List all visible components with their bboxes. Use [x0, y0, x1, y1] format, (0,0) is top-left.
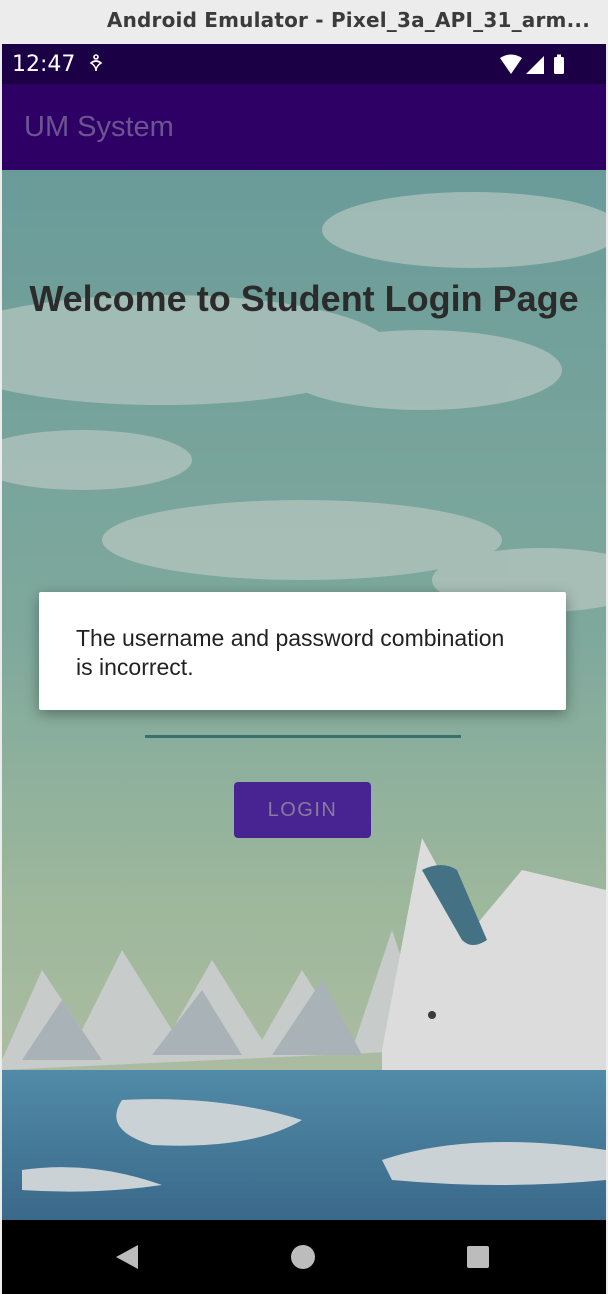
emulator-window-titlebar: Android Emulator - Pixel_3a_API_31_arm..…: [0, 0, 608, 44]
app-bar: UM System: [2, 84, 606, 170]
error-dialog: The username and password combination is…: [39, 592, 566, 710]
emulator-window-title: Android Emulator - Pixel_3a_API_31_arm..…: [106, 8, 590, 32]
device-screen: 12:47 UM System Welcome to Student Login…: [2, 44, 606, 1294]
login-screen: Welcome to Student Login Page ••••• LOGI…: [2, 170, 606, 1220]
navigation-bar: [2, 1220, 606, 1294]
signal-icon: [526, 56, 544, 74]
status-bar: 12:47: [2, 44, 606, 84]
wifi-icon: [500, 54, 522, 74]
battery-icon: [554, 57, 564, 74]
recents-icon[interactable]: [467, 1246, 489, 1268]
app-title: UM System: [24, 111, 174, 143]
back-icon[interactable]: [114, 1243, 140, 1271]
error-dialog-message: The username and password combination is…: [76, 625, 505, 680]
status-time: 12:47: [12, 52, 76, 77]
status-icons: [500, 54, 564, 74]
home-icon[interactable]: [291, 1245, 315, 1269]
accessibility-icon: [89, 54, 103, 72]
